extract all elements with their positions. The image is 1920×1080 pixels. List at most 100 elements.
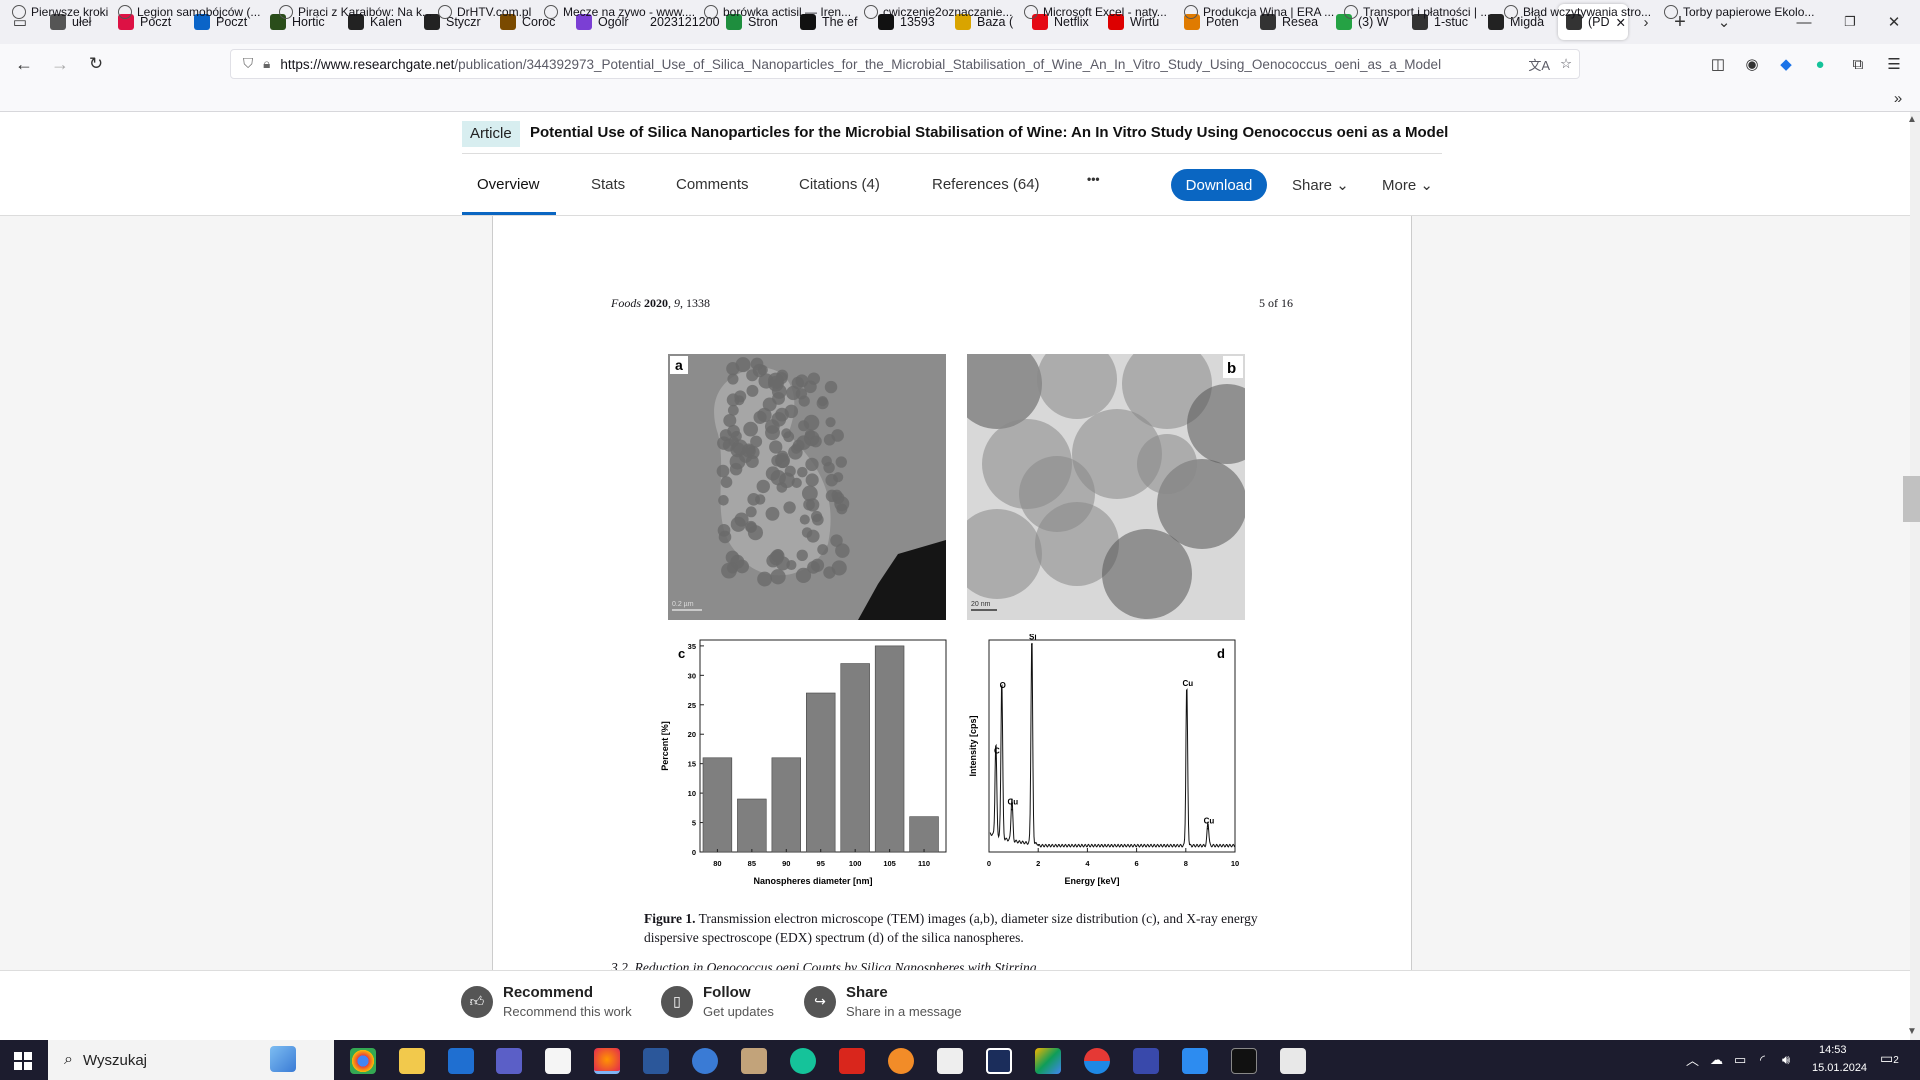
- url-bar[interactable]: ⛉ 🔒︎ https://www.researchgate.net/public…: [230, 49, 1580, 79]
- search-highlight-icon[interactable]: [270, 1046, 296, 1072]
- extensions-icon[interactable]: ⧉: [1846, 52, 1870, 76]
- bookmark-item[interactable]: Mecze na zywo - www....: [544, 5, 695, 19]
- tab-citations[interactable]: Citations (4): [799, 176, 880, 193]
- app-font-icon[interactable]: [937, 1048, 963, 1074]
- scroll-up-icon[interactable]: ▲: [1907, 114, 1917, 125]
- app-ball-icon[interactable]: [1084, 1048, 1110, 1074]
- globe-icon: [1344, 5, 1358, 19]
- clock-date[interactable]: 15.01.2024: [1812, 1062, 1867, 1074]
- share-subtitle: Share in a message: [846, 1004, 962, 1019]
- y-tick-label-c: 5: [692, 819, 696, 828]
- tray-chevron-icon[interactable]: ︿: [1686, 1050, 1699, 1069]
- bookmarks-overflow-icon[interactable]: »: [1886, 86, 1910, 110]
- chrome-icon[interactable]: [350, 1048, 376, 1074]
- bookmark-item[interactable]: Piraci z Karaibów: Na k...: [279, 5, 432, 19]
- more-dropdown[interactable]: More ⌄: [1382, 176, 1433, 194]
- app-cube-icon[interactable]: [986, 1048, 1012, 1074]
- nanoparticle: [729, 462, 743, 476]
- nanoparticle: [718, 495, 729, 506]
- nanoparticle: [786, 559, 797, 571]
- bookmark-item[interactable]: Legion samobójców (...: [118, 5, 260, 19]
- wifi-icon[interactable]: ◜: [1760, 1052, 1765, 1068]
- follow-action[interactable]: ▯ Follow Get updates: [661, 984, 774, 1019]
- acrobat-icon[interactable]: [839, 1048, 865, 1074]
- tab-references[interactable]: References (64): [932, 176, 1040, 193]
- restore-button[interactable]: ❐: [1838, 10, 1862, 34]
- share-action[interactable]: ↪ Share Share in a message: [804, 984, 962, 1019]
- nanoparticle: [797, 466, 808, 478]
- x-tick-label-c: 100: [849, 859, 862, 868]
- menu-icon[interactable]: ☰: [1882, 52, 1906, 76]
- nanoparticle: [772, 549, 784, 560]
- teams-icon[interactable]: [496, 1048, 522, 1074]
- plot-frame-d: [988, 639, 1236, 853]
- app-blue-icon[interactable]: [1182, 1048, 1208, 1074]
- bookmark-item[interactable]: borówka actisil — Iren...: [704, 5, 851, 19]
- nanoparticle: [784, 404, 799, 419]
- clock-time[interactable]: 14:53: [1819, 1044, 1847, 1056]
- forward-button[interactable]: →: [48, 52, 72, 76]
- lock-icon[interactable]: 🔒︎: [263, 56, 270, 72]
- x-axis-label-c: Nanospheres diameter [nm]: [753, 876, 872, 886]
- peak-point: [1011, 808, 1013, 811]
- scrollbar-thumb[interactable]: [1903, 476, 1920, 522]
- tab-stats[interactable]: Stats: [591, 176, 625, 193]
- download-button[interactable]: Download: [1171, 169, 1267, 201]
- grammarly-icon[interactable]: ●: [1808, 52, 1832, 76]
- java-icon[interactable]: [1280, 1048, 1306, 1074]
- app-moon-icon[interactable]: [692, 1048, 718, 1074]
- grammarly-app-icon[interactable]: [790, 1048, 816, 1074]
- bookmark-item[interactable]: Pierwsze kroki: [12, 5, 108, 19]
- windows-start-icon[interactable]: [14, 1052, 32, 1070]
- reload-button[interactable]: ↻: [84, 52, 108, 76]
- recommend-action[interactable]: 👍︎ Recommend Recommend this work: [461, 984, 632, 1019]
- translate-icon[interactable]: 文A: [1528, 55, 1550, 74]
- nanoparticle: [731, 430, 742, 442]
- save-disk-icon[interactable]: [1133, 1048, 1159, 1074]
- more-options-icon[interactable]: •••: [1087, 172, 1100, 186]
- globe-icon: [279, 5, 293, 19]
- pocket-icon[interactable]: ◫: [1706, 52, 1730, 76]
- terminal-icon[interactable]: [1231, 1048, 1257, 1074]
- extension-cap-icon[interactable]: ◆: [1774, 52, 1798, 76]
- app-house-icon[interactable]: [741, 1048, 767, 1074]
- bookmark-item[interactable]: Błąd wczytywania stro...: [1504, 5, 1651, 19]
- notification-icon[interactable]: ▭2: [1880, 1050, 1899, 1067]
- panel-label-a: a: [675, 357, 683, 373]
- shield-icon[interactable]: ⛉: [243, 56, 253, 72]
- tab-overview[interactable]: Overview: [477, 176, 540, 193]
- file-explorer-icon[interactable]: [399, 1048, 425, 1074]
- nanoparticle: [835, 543, 850, 558]
- close-window-button[interactable]: ✕: [1882, 10, 1906, 34]
- search-icon: ⌕: [64, 1051, 73, 1068]
- scrollbar[interactable]: [1910, 112, 1920, 1040]
- nanoparticle: [770, 569, 786, 585]
- account-icon[interactable]: ◉: [1740, 52, 1764, 76]
- scroll-down-icon[interactable]: ▼: [1907, 1026, 1917, 1037]
- onedrive-icon[interactable]: ☁: [1710, 1052, 1723, 1068]
- bookmark-item[interactable]: Torby papierowe Ekolo...: [1664, 5, 1814, 19]
- y-tick-label-c: 25: [688, 701, 696, 710]
- firefox-icon[interactable]: [594, 1048, 620, 1074]
- bookmark-item[interactable]: cwiczenie2oznaczanie...: [864, 5, 1012, 19]
- nanoparticle: [720, 476, 733, 488]
- document-icon[interactable]: [545, 1048, 571, 1074]
- bookmark-item[interactable]: Transport i płatności | ...: [1344, 5, 1490, 19]
- volume-icon[interactable]: 🔊︎: [1782, 1052, 1790, 1068]
- star-icon[interactable]: ☆: [1560, 56, 1572, 72]
- share-dropdown[interactable]: Share ⌄: [1292, 176, 1349, 194]
- page-number: 5 of 16: [1259, 296, 1293, 310]
- word-icon[interactable]: [643, 1048, 669, 1074]
- nanoparticle: [816, 397, 829, 410]
- bookmark-item[interactable]: DrHTV.com.pl: [438, 5, 531, 19]
- mail-app-icon[interactable]: [448, 1048, 474, 1074]
- back-button[interactable]: ←: [12, 52, 36, 76]
- network-device-icon[interactable]: ▭: [1734, 1052, 1746, 1068]
- bookmark-label: Piraci z Karaibów: Na k...: [298, 5, 433, 19]
- photos-icon[interactable]: [1035, 1048, 1061, 1074]
- bookmark-item[interactable]: Microsoft Excel - naty...: [1024, 5, 1167, 19]
- app-orange-icon[interactable]: [888, 1048, 914, 1074]
- bar-95: [806, 692, 836, 853]
- bookmark-item[interactable]: Produkcja Wina | ERA ...: [1184, 5, 1334, 19]
- tab-comments[interactable]: Comments: [676, 176, 749, 193]
